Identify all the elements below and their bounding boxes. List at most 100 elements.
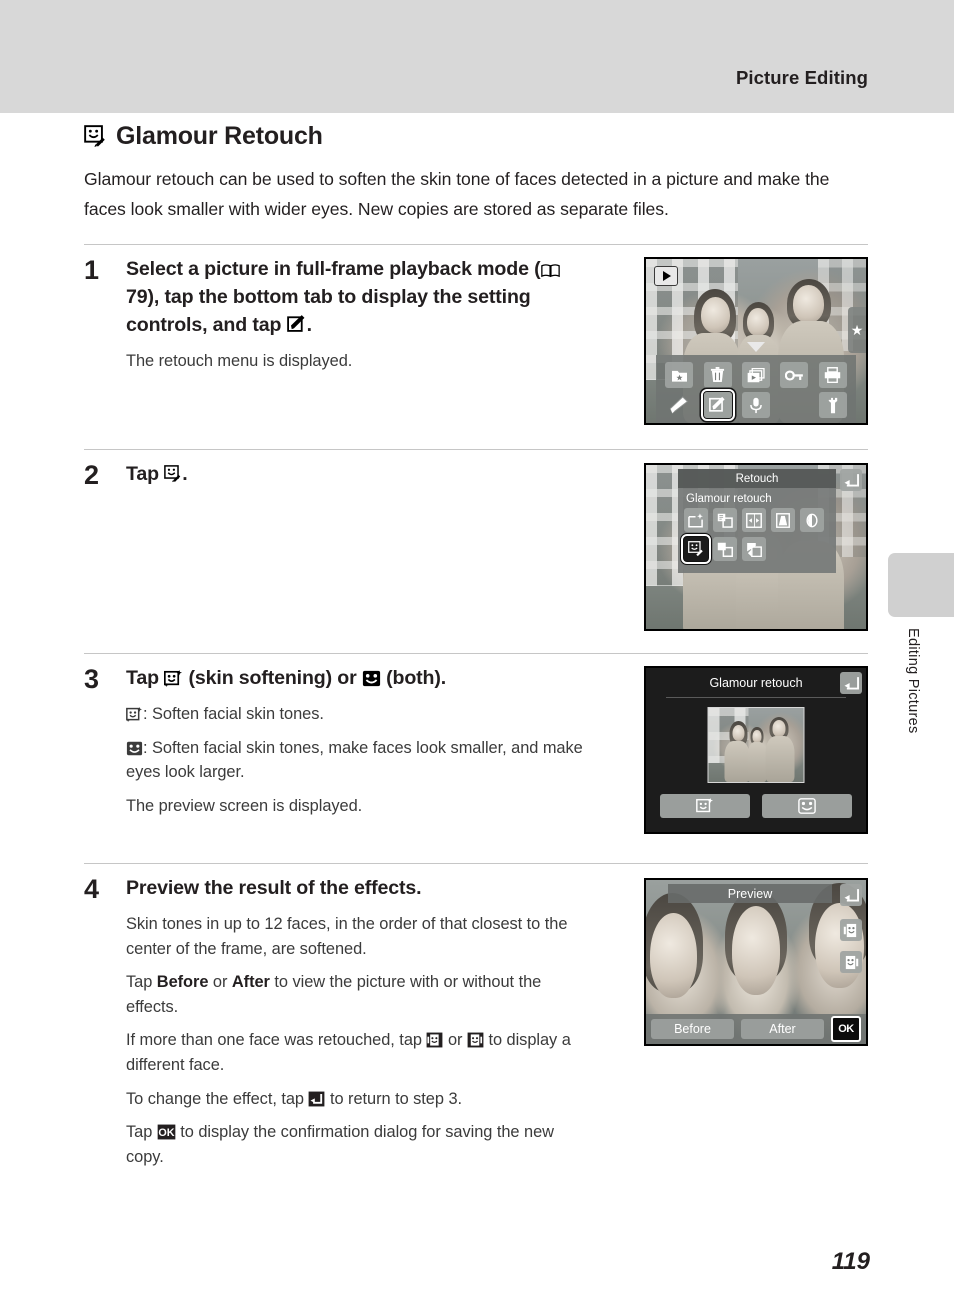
back-arrow-icon[interactable] <box>840 469 862 492</box>
before-label-ref: Before <box>156 973 209 992</box>
photo-face-left <box>650 912 697 999</box>
glamour-retouch-icon <box>84 125 107 148</box>
full-frame-playback-screen: ★ <box>644 257 868 426</box>
previous-face-icon[interactable] <box>840 919 862 942</box>
step-4-note-5-b: to display the confirmation dialog for s… <box>126 1123 554 1166</box>
quick-retouch-icon[interactable] <box>684 508 708 533</box>
both-effects-icon <box>798 798 816 815</box>
both-effects-icon <box>126 741 143 756</box>
print-icon[interactable] <box>818 362 847 389</box>
photo-person-right-face <box>793 285 825 324</box>
photo-face-right <box>815 903 864 989</box>
chapter-tab-marker <box>888 553 954 617</box>
chevron-down-icon[interactable] <box>747 342 765 353</box>
step-4-note-3-a: If more than one face was retouched, tap <box>126 1031 427 1050</box>
step-3-note-2: : Soften facial skin tones, make faces l… <box>126 736 596 785</box>
retouch-menu-row-2 <box>681 534 830 565</box>
photo-face-center <box>731 906 781 995</box>
soft-filter-icon[interactable] <box>800 508 824 533</box>
step-3-title-part1: Tap <box>126 667 165 690</box>
glamour-retouch-icon <box>164 465 182 483</box>
step-3-note-1-text: : Soften facial skin tones. <box>143 704 324 723</box>
step-4: 4 Preview the result of the effects. Ski… <box>84 864 868 1169</box>
skin-softening-icon <box>126 706 143 722</box>
step-3-title: Tap (skin softening) or (both). <box>126 665 596 693</box>
retouch-menu-panel: Retouch Glamour retouch <box>678 469 836 574</box>
step-2-title-part1: Tap <box>126 463 165 486</box>
photo-person-right-torso <box>765 736 794 783</box>
back-arrow-icon <box>308 1091 325 1107</box>
step-2-title: Tap . <box>126 461 596 489</box>
step-1-page-ref: 79 <box>126 285 148 308</box>
both-effects-button[interactable] <box>762 794 852 819</box>
glamour-effect-buttons <box>660 794 852 819</box>
setup-wrench-icon[interactable] <box>818 392 847 419</box>
step-3-note-1: : Soften facial skin tones. <box>126 702 596 727</box>
star-icon[interactable]: ★ <box>848 307 866 354</box>
glamour-retouch-screen: Glamour retouch <box>644 666 868 835</box>
step-4-note-5-a: Tap <box>126 1123 157 1142</box>
photo-person-center-face <box>747 308 770 337</box>
retouch-menu-screen: Retouch Glamour retouch <box>644 463 868 632</box>
small-picture-icon[interactable] <box>742 508 766 533</box>
page-header-title: Picture Editing <box>735 67 868 88</box>
rotate-icon[interactable] <box>742 537 766 562</box>
preview-screen-title: Preview <box>668 884 832 904</box>
photo-person-center-torso <box>747 742 767 783</box>
after-button[interactable]: After <box>741 1019 824 1040</box>
retouch-menu-selected-label: Glamour retouch <box>686 493 772 506</box>
photo-person-left-torso <box>724 741 750 783</box>
perspective-control-icon[interactable] <box>771 508 795 533</box>
retouch-menu-grid <box>678 508 836 573</box>
step-2-title-part2: . <box>182 463 188 486</box>
step-3: 3 Tap (skin softening) or (both). : Soft… <box>84 654 868 863</box>
d-lighting-icon[interactable] <box>713 508 737 533</box>
retouch-icon <box>286 314 307 334</box>
skin-softening-icon <box>164 670 183 688</box>
retouch-icon[interactable] <box>700 388 736 422</box>
book-reference-icon <box>540 263 560 278</box>
step-2-number: 2 <box>84 460 100 491</box>
step-1-title: Select a picture in full-frame playback … <box>126 256 596 339</box>
step-1: 1 Select a picture in full-frame playbac… <box>84 245 868 449</box>
slideshow-icon[interactable] <box>741 362 770 389</box>
back-arrow-icon[interactable] <box>840 884 862 907</box>
svg-text:OK: OK <box>158 1127 174 1139</box>
photo-person-left-face <box>732 725 745 742</box>
playback-mode-icon <box>654 266 678 287</box>
next-face-icon[interactable] <box>840 951 862 974</box>
glamour-retouch-icon[interactable] <box>681 534 711 565</box>
both-effects-icon <box>362 670 381 687</box>
back-arrow-icon[interactable] <box>840 672 862 695</box>
skin-softening-button[interactable] <box>660 794 750 819</box>
page-content: Glamour Retouch Glamour retouch can be u… <box>84 122 868 1169</box>
playback-toolbar-row-2 <box>660 388 852 422</box>
ok-button[interactable]: OK <box>831 1016 861 1043</box>
protect-key-icon[interactable] <box>780 362 809 389</box>
page-number: 119 <box>831 1248 870 1275</box>
chapter-tab-label: Editing Pictures <box>905 628 921 734</box>
page-title: Glamour Retouch <box>84 122 868 151</box>
before-button[interactable]: Before <box>651 1019 734 1040</box>
crop-icon[interactable] <box>713 537 737 562</box>
page-header-band <box>0 0 954 113</box>
retouch-menu-row-1 <box>684 508 830 533</box>
photo-person-right-face <box>772 719 786 737</box>
step-4-note-2-a: Tap <box>126 973 157 992</box>
retouch-menu-title: Retouch <box>678 469 836 489</box>
step-3-title-part2: (skin softening) or <box>183 667 362 690</box>
glamour-screen-thumbnail <box>707 707 805 784</box>
preview-bottom-bar: Before After OK <box>646 1014 866 1045</box>
step-3-number: 3 <box>84 664 100 695</box>
delete-trash-icon[interactable] <box>703 362 732 389</box>
step-2: 2 Tap . Retouch Glamour retouch <box>84 450 868 653</box>
favorites-folder-icon[interactable] <box>665 362 694 389</box>
section-intro: Glamour retouch can be used to soften th… <box>84 169 830 219</box>
page-title-text: Glamour Retouch <box>116 122 323 150</box>
draw-pencil-icon[interactable] <box>665 392 693 418</box>
step-1-number: 1 <box>84 255 100 286</box>
voice-memo-mic-icon[interactable] <box>741 392 770 419</box>
step-3-note-3: The preview screen is displayed. <box>126 796 363 815</box>
photo-person-left-face <box>701 296 730 333</box>
ok-button-icon: OK <box>157 1124 176 1140</box>
